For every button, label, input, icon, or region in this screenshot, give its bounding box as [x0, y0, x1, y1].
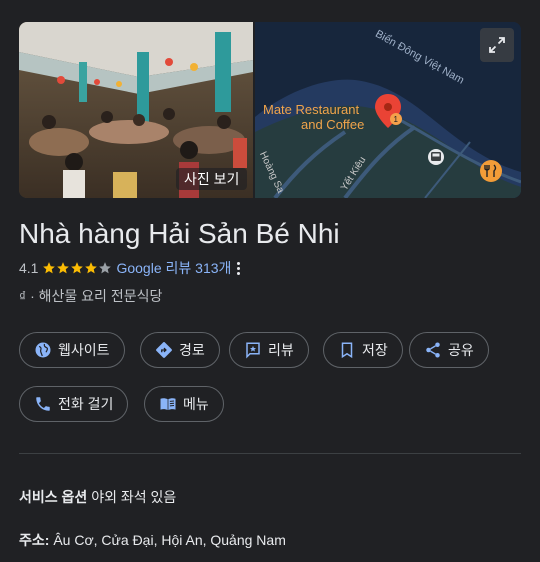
bus-stop-icon: [428, 149, 444, 165]
star-empty-icon: [99, 262, 112, 274]
globe-icon: [35, 342, 51, 358]
call-button[interactable]: 전화 걸기: [19, 386, 129, 422]
category-label: 해산물 요리 전문식당: [38, 288, 163, 304]
expand-map-button[interactable]: [480, 28, 514, 62]
rating-value: 4.1: [19, 260, 39, 276]
star-full-icon: [57, 262, 70, 274]
review-icon: [246, 342, 260, 359]
directions-button[interactable]: 경로: [140, 332, 220, 368]
svg-text:1: 1: [394, 115, 399, 124]
map-thumbnail[interactable]: 1 Biển Đông Việt Nam Mate Restaurant and…: [255, 22, 521, 198]
more-options-icon[interactable]: [237, 261, 241, 275]
map-poi-line2: and Coffee: [301, 117, 365, 132]
price-level: ₫: [19, 288, 27, 304]
share-label: 공유: [448, 342, 474, 358]
save-label: 저장: [362, 342, 388, 358]
star-full-icon: [71, 262, 84, 274]
phone-icon: [36, 397, 50, 411]
share-button[interactable]: 공유: [409, 332, 489, 368]
rating-stars: [42, 261, 112, 275]
menu-label: 메뉴: [183, 396, 209, 412]
map-poi-label: Mate Restaurant and Coffee: [263, 102, 364, 132]
menu-book-icon: [160, 398, 176, 410]
service-options-value: 야외 좌석 있음: [91, 489, 177, 505]
share-icon: [426, 342, 440, 358]
address-row: 주소: Âu Cơ, Cửa Đại, Hội An, Quảng Nam: [19, 530, 286, 550]
address-label: 주소:: [19, 532, 50, 548]
restaurant-marker-icon: [480, 160, 502, 182]
section-divider: [19, 453, 521, 454]
menu-button[interactable]: 메뉴: [144, 386, 224, 422]
review-label: 리뷰: [268, 342, 294, 358]
view-photos-button[interactable]: 사진 보기: [176, 168, 248, 190]
website-button[interactable]: 웹사이트: [19, 332, 125, 368]
place-title: Nhà hàng Hải Sản Bé Nhi: [19, 218, 340, 249]
separator-dot: ·: [30, 288, 35, 304]
address-value: Âu Cơ, Cửa Đại, Hội An, Quảng Nam: [53, 532, 286, 548]
category-row: ₫ · 해산물 요리 전문식당: [19, 286, 162, 306]
media-strip: 사진 보기 1 Biển Đông Việt Nam Mate Restaura…: [19, 22, 521, 198]
reviews-link[interactable]: Google 리뷰 313개: [116, 258, 231, 278]
star-full-icon: [85, 262, 98, 274]
service-options-row: 서비스 옵션 야외 좌석 있음: [19, 487, 176, 507]
call-label: 전화 걸기: [58, 396, 114, 412]
directions-label: 경로: [179, 342, 205, 358]
bookmark-icon: [341, 342, 353, 359]
expand-icon: [489, 37, 505, 53]
star-full-icon: [43, 262, 56, 274]
directions-icon: [156, 342, 172, 358]
website-label: 웹사이트: [58, 342, 110, 358]
review-button[interactable]: 리뷰: [229, 332, 309, 368]
photo-thumbnail[interactable]: 사진 보기: [19, 22, 253, 198]
map-poi-line1: Mate Restaurant: [263, 102, 360, 117]
rating-row: 4.1 Google 리뷰 313개: [19, 258, 241, 278]
save-button[interactable]: 저장: [323, 332, 403, 368]
service-options-label: 서비스 옵션: [19, 489, 88, 505]
